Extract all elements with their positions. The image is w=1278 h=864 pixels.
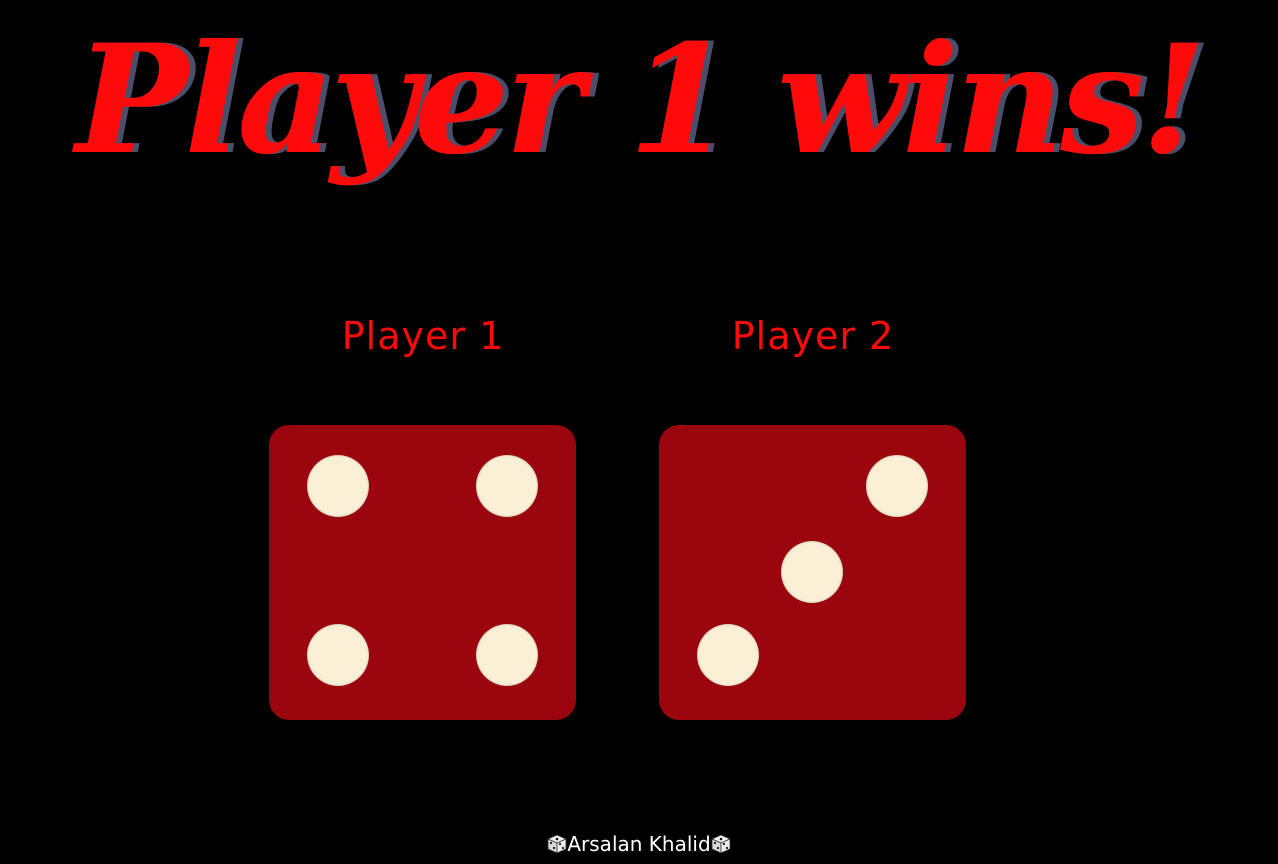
result-title: Player 1 wins! [75, 12, 1207, 188]
die-pip [307, 455, 369, 517]
footer-author: Arsalan Khalid [567, 832, 711, 856]
die-pip [697, 624, 759, 686]
die-pip [307, 624, 369, 686]
die-pip [866, 455, 928, 517]
player-2-die [659, 425, 966, 720]
die-icon [547, 834, 568, 854]
die-pip [476, 624, 538, 686]
player-1-die [269, 425, 576, 720]
die-pip [476, 455, 538, 517]
die-pip [781, 541, 843, 603]
game-page: Player 1 wins! Player 1 Player 2 Arsalan… [0, 0, 1278, 864]
footer-credit: Arsalan Khalid [0, 826, 1278, 862]
player-2-label: Player 2 [731, 314, 895, 358]
player-1-label: Player 1 [341, 314, 505, 358]
die-icon [710, 834, 731, 854]
